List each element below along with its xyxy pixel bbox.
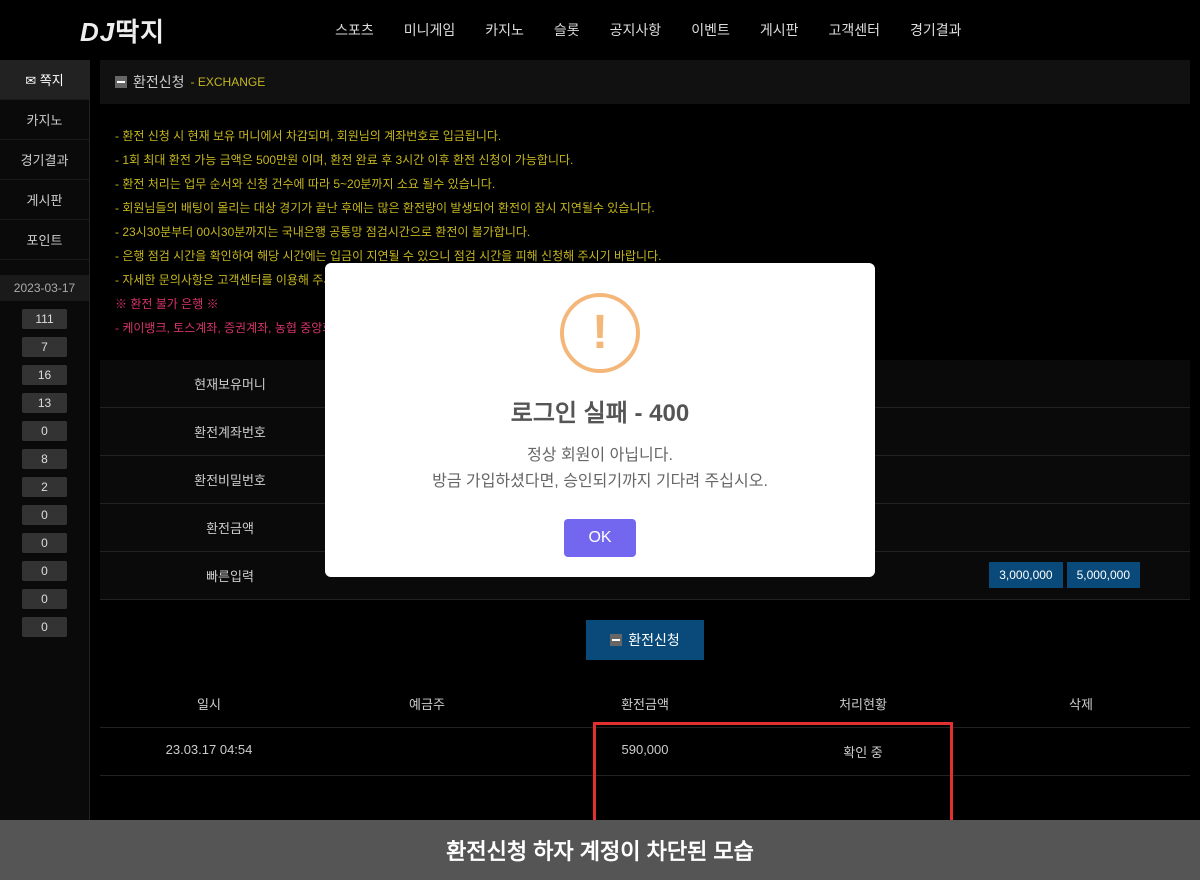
sidebar-badge: 0 [22, 617, 67, 637]
minus-icon [610, 634, 622, 646]
nav-support[interactable]: 고객센터 [828, 20, 880, 40]
sidebar-item-results[interactable]: 경기결과 [0, 140, 89, 180]
sidebar-item-board[interactable]: 게시판 [0, 180, 89, 220]
td-holder [318, 728, 536, 775]
label-quick: 빠른입력 [100, 552, 360, 599]
notice-line: - 1회 최대 환전 가능 금액은 500만원 이며, 환전 완료 후 3시간 … [115, 148, 1175, 172]
sidebar-item-casino[interactable]: 카지노 [0, 100, 89, 140]
history-table: 일시 예금주 환전금액 처리현황 삭제 23.03.17 04:54 590,0… [100, 680, 1190, 776]
sidebar-badge: 0 [22, 533, 67, 553]
sidebar-badge: 7 [22, 337, 67, 357]
sidebar-badge: 0 [22, 421, 67, 441]
nav-event[interactable]: 이벤트 [691, 20, 730, 40]
sidebar-badge: 0 [22, 505, 67, 525]
page-title: 환전신청 - EXCHANGE [100, 60, 1190, 104]
sidebar-badge: 0 [22, 589, 67, 609]
sidebar-date: 2023-03-17 [0, 275, 89, 301]
modal-title: 로그인 실패 - 400 [345, 393, 855, 428]
td-date: 23.03.17 04:54 [100, 728, 318, 775]
notice-line: - 회원님들의 배팅이 몰리는 대상 경기가 끝난 후에는 많은 환전량이 발생… [115, 196, 1175, 220]
header: DJ딱지 스포츠 미니게임 카지노 슬롯 공지사항 이벤트 게시판 고객센터 경… [0, 0, 1200, 60]
sidebar-badge: 8 [22, 449, 67, 469]
modal-body: 정상 회원이 아닙니다. 방금 가입하셨다면, 승인되기까지 기다려 주십시오. [345, 443, 855, 494]
notice-line: - 23시30분부터 00시30분까지는 국내은행 공통망 점검시간으로 환전이… [115, 220, 1175, 244]
sidebar-badge: 16 [22, 365, 67, 385]
quick-amount-button[interactable]: 3,000,000 [989, 562, 1062, 588]
logo[interactable]: DJ딱지 [80, 12, 165, 49]
label-amount: 환전금액 [100, 504, 360, 551]
nav-board[interactable]: 게시판 [760, 20, 799, 40]
label-account: 환전계좌번호 [100, 408, 360, 455]
sidebar-badge: 2 [22, 477, 67, 497]
nav-slot[interactable]: 슬롯 [554, 20, 580, 40]
th-status: 처리현황 [754, 680, 972, 727]
sidebar-badge: 111 [22, 309, 67, 329]
sidebar-badge: 0 [22, 561, 67, 581]
label-balance: 현재보유머니 [100, 360, 360, 407]
sidebar-item-point[interactable]: 포인트 [0, 220, 89, 260]
quick-amount-button[interactable]: 5,000,000 [1067, 562, 1140, 588]
td-amount: 590,000 [536, 728, 754, 775]
th-delete: 삭제 [972, 680, 1190, 727]
notice-line: - 환전 처리는 업무 순서와 신청 건수에 따라 5~20분까지 소요 될수 … [115, 172, 1175, 196]
nav-notice[interactable]: 공지사항 [610, 20, 662, 40]
nav-sports[interactable]: 스포츠 [335, 20, 374, 40]
nav-casino[interactable]: 카지노 [485, 20, 524, 40]
modal-ok-button[interactable]: OK [564, 519, 635, 557]
td-status: 확인 중 [754, 728, 972, 775]
main-nav: 스포츠 미니게임 카지노 슬롯 공지사항 이벤트 게시판 고객센터 경기결과 [335, 20, 961, 40]
nav-minigame[interactable]: 미니게임 [404, 20, 456, 40]
minus-icon [115, 76, 127, 88]
login-fail-modal: ! 로그인 실패 - 400 정상 회원이 아닙니다. 방금 가입하셨다면, 승… [325, 263, 875, 577]
td-delete[interactable] [972, 728, 1190, 775]
nav-results[interactable]: 경기결과 [910, 20, 962, 40]
notice-line: - 환전 신청 시 현재 보유 머니에서 차감되며, 회원님의 계좌번호로 입금… [115, 124, 1175, 148]
caption: 환전신청 하자 계정이 차단된 모습 [0, 820, 1200, 880]
label-password: 환전비밀번호 [100, 456, 360, 503]
table-row: 23.03.17 04:54 590,000 확인 중 [100, 728, 1190, 776]
sidebar-item-message[interactable]: ✉ 쪽지 [0, 60, 89, 100]
th-amount: 환전금액 [536, 680, 754, 727]
th-holder: 예금주 [318, 680, 536, 727]
sidebar: ✉ 쪽지 카지노 경기결과 게시판 포인트 2023-03-17 111 7 1… [0, 60, 90, 830]
warning-icon: ! [560, 293, 640, 373]
submit-exchange-button[interactable]: 환전신청 [586, 620, 704, 660]
th-date: 일시 [100, 680, 318, 727]
sidebar-badge: 13 [22, 393, 67, 413]
